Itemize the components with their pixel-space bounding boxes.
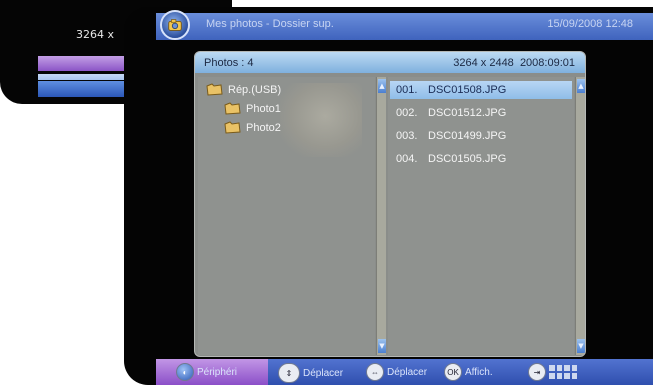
folder-icon bbox=[206, 83, 223, 96]
datetime-display: 15/09/2008 12:48 bbox=[547, 18, 633, 30]
file-row[interactable]: 002. DSC01512.JPG bbox=[390, 104, 572, 122]
help-move-updown[interactable]: ⇕ Déplacer bbox=[278, 363, 343, 383]
file-name: DSC01505.JPG bbox=[428, 153, 507, 165]
help-peripheral-label: Périphéri bbox=[197, 366, 238, 378]
photo-count: Photos : 4 bbox=[204, 57, 254, 69]
photo-meta: 3264 x 2448 2008:09:01 bbox=[453, 57, 575, 69]
updown-arrows-icon: ⇕ bbox=[278, 363, 300, 383]
background-resolution-text: 3264 x bbox=[76, 28, 115, 41]
photo-app-icon bbox=[160, 10, 190, 40]
scroll-down-arrow-icon[interactable]: ▼ bbox=[378, 339, 386, 353]
help-peripheral[interactable]: ◐ Périphéri bbox=[176, 363, 237, 381]
photo-date: 2008:09:01 bbox=[519, 57, 575, 69]
photo-preview-thumbnail bbox=[280, 83, 362, 157]
grid-icon bbox=[549, 365, 577, 379]
help-move-updown-label: Déplacer bbox=[303, 367, 344, 379]
file-number: 004. bbox=[396, 153, 418, 165]
help-view[interactable]: OK Affich. bbox=[444, 363, 493, 381]
folder-label: Photo1 bbox=[246, 102, 281, 115]
scroll-up-arrow-icon[interactable]: ▲ bbox=[378, 79, 386, 93]
help-move-leftright-label: Déplacer bbox=[387, 366, 428, 378]
folder-item-photo2[interactable]: Photo2 bbox=[224, 121, 281, 134]
folder-icon bbox=[224, 121, 241, 134]
info-bar: Photos : 4 3264 x 2448 2008:09:01 bbox=[195, 52, 585, 73]
help-move-leftright[interactable]: ⇔ Déplacer bbox=[366, 363, 427, 381]
help-view-label: Affich. bbox=[465, 366, 493, 378]
file-number: 003. bbox=[396, 130, 418, 142]
file-row[interactable]: 003. DSC01499.JPG bbox=[390, 127, 572, 145]
file-name: DSC01499.JPG bbox=[428, 130, 507, 142]
file-list-pane: 001. DSC01508.JPG 002. DSC01512.JPG 003.… bbox=[388, 77, 574, 355]
leftright-arrows-icon: ⇔ bbox=[366, 363, 384, 381]
ok-key-icon: OK bbox=[444, 363, 462, 381]
photo-resolution: 3264 x 2448 bbox=[453, 57, 514, 69]
folder-label: Photo2 bbox=[246, 121, 281, 134]
browser-panel: Photos : 4 3264 x 2448 2008:09:01 Rép.(U… bbox=[194, 51, 586, 357]
scroll-down-arrow-icon[interactable]: ▼ bbox=[577, 339, 585, 353]
file-number: 001. bbox=[396, 84, 418, 96]
file-name: DSC01512.JPG bbox=[428, 107, 507, 119]
folder-label: Rép.(USB) bbox=[228, 83, 282, 96]
file-scrollbar[interactable]: ▲ ▼ bbox=[575, 77, 585, 355]
folder-pane: Rép.(USB) Photo1 Photo2 bbox=[198, 77, 375, 355]
blue-key-icon: ◐ bbox=[176, 363, 194, 381]
file-row[interactable]: 001. DSC01508.JPG bbox=[390, 81, 572, 99]
help-bar: ◐ Périphéri ⇕ Déplacer ⇔ Déplacer OK Aff… bbox=[156, 359, 653, 385]
help-exit[interactable]: ⇥ bbox=[528, 363, 577, 381]
file-number: 002. bbox=[396, 107, 418, 119]
exit-icon: ⇥ bbox=[528, 363, 546, 381]
folder-icon bbox=[224, 102, 241, 115]
file-name: DSC01508.JPG bbox=[428, 84, 507, 96]
folder-item-usb[interactable]: Rép.(USB) bbox=[206, 83, 281, 96]
folder-scrollbar[interactable]: ▲ ▼ bbox=[376, 77, 386, 355]
tv-screen: Mes photos - Dossier sup. 15/09/2008 12:… bbox=[124, 7, 653, 385]
folder-item-photo1[interactable]: Photo1 bbox=[224, 102, 281, 115]
window-title: Mes photos - Dossier sup. bbox=[206, 18, 334, 30]
scroll-up-arrow-icon[interactable]: ▲ bbox=[577, 79, 585, 93]
file-row[interactable]: 004. DSC01505.JPG bbox=[390, 150, 572, 168]
